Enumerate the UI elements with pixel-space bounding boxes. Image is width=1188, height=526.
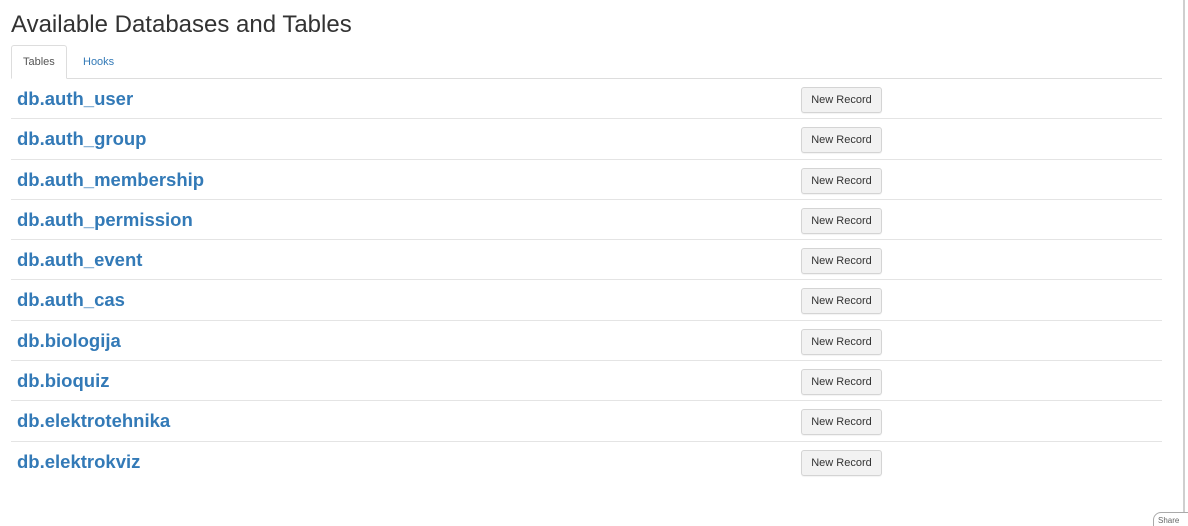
table-row: db.auth_user New Record [11,79,1162,120]
new-record-button[interactable]: New Record [801,449,882,476]
table-row: db.auth_membership New Record [11,160,1162,200]
table-row: db.auth_cas New Record [11,280,1162,321]
new-record-button[interactable]: New Record [801,127,882,154]
table-link-auth-cas[interactable]: db.auth_cas [17,289,125,311]
table-link-auth-event[interactable]: db.auth_event [17,249,142,271]
table-link-biologija[interactable]: db.biologija [17,330,121,352]
table-link-auth-permission[interactable]: db.auth_permission [17,209,193,231]
table-link-elektrokviz[interactable]: db.elektrokviz [17,451,140,473]
scrollbar-edge[interactable] [1183,0,1185,526]
table-row: db.biologija New Record [11,321,1162,362]
new-record-button[interactable]: New Record [801,248,882,275]
table-row: db.auth_permission New Record [11,200,1162,241]
table-link-auth-user[interactable]: db.auth_user [17,88,133,110]
table-link-auth-membership[interactable]: db.auth_membership [17,169,204,191]
table-list: db.auth_user New Record db.auth_group Ne… [11,79,1162,482]
share-button[interactable]: Share [1153,512,1188,526]
table-row: db.auth_event New Record [11,240,1162,281]
table-row: db.auth_group New Record [11,119,1162,160]
table-link-elektrotehnika[interactable]: db.elektrotehnika [17,410,170,432]
tab-tables[interactable]: Tables [11,45,67,79]
tab-bar: Tables Hooks [11,45,1162,79]
table-link-bioquiz[interactable]: db.bioquiz [17,370,109,392]
page-title: Available Databases and Tables [11,11,352,38]
new-record-button[interactable]: New Record [801,328,882,355]
new-record-button[interactable]: New Record [801,369,882,396]
new-record-button[interactable]: New Record [801,207,882,234]
new-record-button[interactable]: New Record [801,409,882,436]
new-record-button[interactable]: New Record [801,167,882,194]
tab-hooks[interactable]: Hooks [71,45,126,79]
new-record-button[interactable]: New Record [801,87,882,113]
page-container: Available Databases and Tables Tables Ho… [0,0,1188,526]
table-row: db.elektrotehnika New Record [11,401,1162,442]
new-record-button[interactable]: New Record [801,288,882,315]
table-row: db.bioquiz New Record [11,361,1162,402]
table-row: db.elektrokviz New Record [11,442,1162,482]
table-link-auth-group[interactable]: db.auth_group [17,128,146,150]
